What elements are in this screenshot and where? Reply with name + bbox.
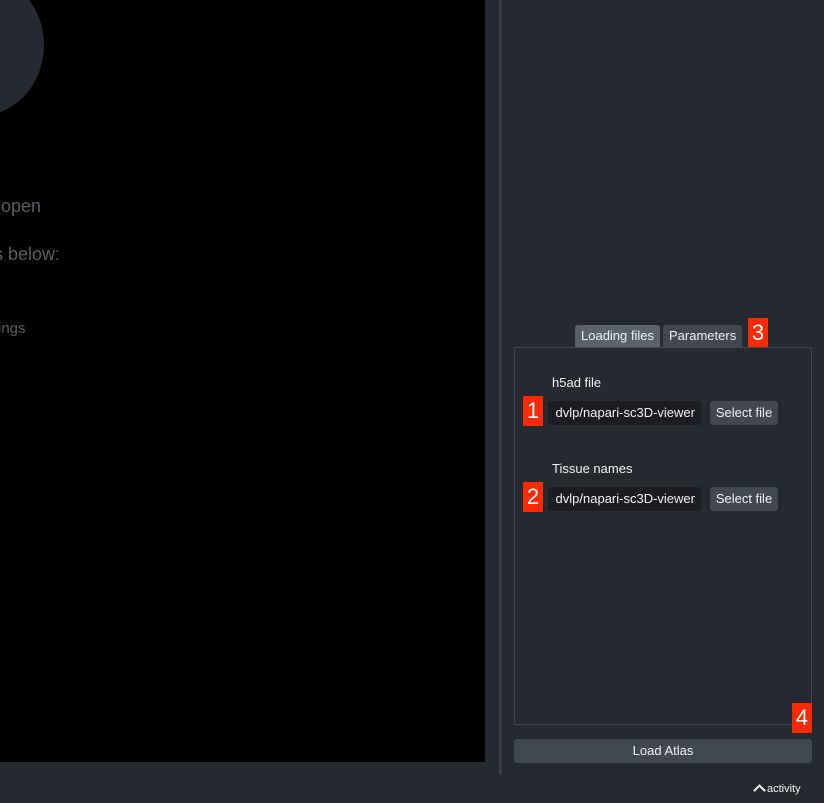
h5ad-select-file-button[interactable]: Select file [710,401,778,425]
tab-parameters[interactable]: Parameters [663,325,743,347]
activity-label: activity [767,782,801,795]
annotation-badge-2: 2 [523,482,543,512]
tissue-names-input[interactable]: dvlp/napari-sc3D-viewer [548,487,701,511]
activity-toggle[interactable]: activity [752,782,801,797]
welcome-text-settings: ings [0,320,26,337]
tissue-select-file-button[interactable]: Select file [710,487,778,511]
load-atlas-button[interactable]: Load Atlas [514,739,812,763]
annotation-badge-3: 3 [748,318,768,348]
annotation-badge-4: 4 [792,703,812,733]
napari-logo [0,0,44,116]
dock-splitter[interactable] [499,0,502,774]
viewer-canvas[interactable]: o open s below: ings [0,0,485,762]
dock-tabs: Loading files Parameters [575,325,743,347]
annotation-badge-1: 1 [523,396,543,426]
welcome-text-shortcuts: s below: [0,244,61,264]
tab-loading-files[interactable]: Loading files [575,325,660,347]
h5ad-file-label: h5ad file [552,375,602,390]
h5ad-file-input[interactable]: dvlp/napari-sc3D-viewer [548,401,701,425]
welcome-text-open: o open [0,196,42,216]
chevron-up-icon [753,784,766,797]
tissue-names-label: Tissue names [552,461,633,476]
